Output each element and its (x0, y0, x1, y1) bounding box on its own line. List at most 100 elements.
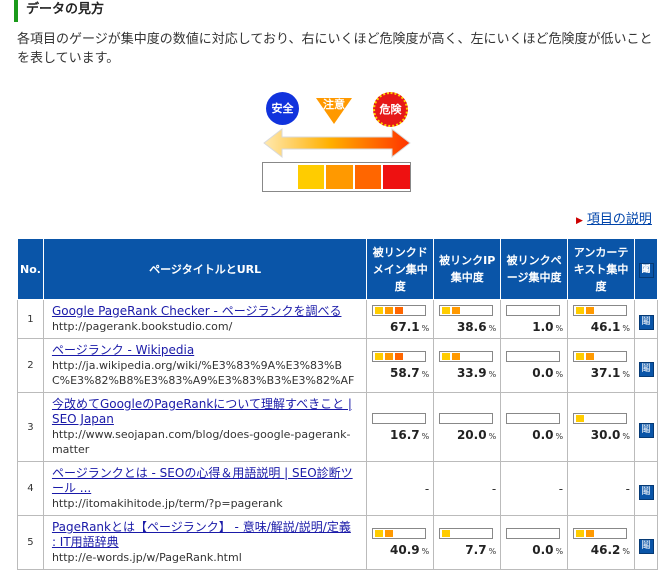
metric-value: 38.6 (456, 319, 487, 334)
icon-cell: 鬮 (634, 392, 658, 462)
triangle-right-icon: ▶ (576, 216, 583, 226)
scale-segment (326, 165, 353, 189)
col-page: 被リンクページ集中度 (500, 238, 569, 300)
detail-icon[interactable]: 鬮 (638, 361, 654, 377)
scale-segment (383, 165, 410, 189)
metric-value: 40.9 (390, 543, 420, 557)
title-cell: PageRankとは【ページランク】 - 意味/解説/説明/定義 : IT用語辞… (42, 515, 368, 570)
description: 各項目のゲージが集中度の数値に対応しており、右にいくほど危険度が高く、左にいくほ… (17, 32, 653, 66)
metric-value: 16.7 (390, 427, 420, 442)
page-title-link[interactable]: ページランクとは - SEOの心得＆用語説明 | SEO診断ツール ... (52, 466, 358, 496)
concentration-gauge (506, 412, 561, 424)
metric-value: 37.1 (590, 366, 621, 380)
concentration-gauge (372, 412, 427, 424)
gauge-segment (586, 353, 595, 360)
metric-page: 0.0% (500, 515, 569, 570)
metric-anchor: - (567, 461, 636, 516)
col-no: No. (17, 238, 44, 300)
table-row: 1 Google PageRank Checker - ページランクを調べる htt… (17, 299, 658, 339)
metric-page: 1.0% (500, 299, 569, 339)
gauge-segment (395, 306, 404, 314)
help-link[interactable]: ▶ 項目の説明 (576, 208, 652, 227)
metric-value: 0.0 (532, 366, 554, 380)
percent-sign: % (555, 323, 564, 333)
metric-domain: 67.1% (366, 299, 435, 339)
concentration-gauge (372, 528, 427, 539)
metric-ip: 38.6% (433, 299, 502, 339)
metric-domain: - (366, 461, 435, 516)
risk-legend: 安全 注意 危険 (262, 92, 412, 197)
icon-cell: 鬮 (634, 299, 658, 339)
concentration-gauge (506, 528, 561, 539)
percent-sign: % (488, 431, 497, 441)
metric-domain: 16.7% (366, 392, 435, 462)
percent-sign: % (622, 547, 631, 556)
gauge-segment (576, 306, 585, 314)
percent-sign: % (488, 370, 497, 379)
metric-value: 20.0 (456, 427, 487, 442)
metric-value: 0.0 (532, 543, 554, 557)
table-row: 2 ページランク - Wikipedia http://ja.wikipedia.o… (17, 338, 658, 393)
metric-anchor: 37.1% (567, 338, 636, 393)
metric-value: - (424, 481, 430, 496)
gauge-segment (452, 306, 461, 314)
detail-icon[interactable]: 鬮 (638, 315, 654, 330)
metric-value: 7.7 (465, 543, 487, 557)
icon-cell: 鬮 (634, 338, 658, 393)
col-title-url: ページタイトルとURL (42, 238, 368, 300)
section-title: データの見方 (14, 0, 666, 22)
concentration-gauge (506, 351, 561, 362)
gauge-segment (375, 306, 384, 314)
row-number: 2 (17, 338, 44, 393)
gauge-segment (442, 306, 451, 314)
concentration-gauge (439, 351, 494, 362)
metric-value: 1.0 (532, 319, 554, 334)
percent-sign: % (421, 431, 430, 441)
gauge-segment (442, 530, 451, 537)
row-number: 5 (17, 515, 44, 570)
detail-icon[interactable]: 鬮 (638, 538, 654, 554)
gauge-segment (442, 353, 451, 360)
metric-value: 30.0 (590, 427, 621, 442)
percent-sign: % (622, 323, 631, 333)
concentration-gauge (439, 304, 494, 316)
title-cell: Google PageRank Checker - ページランクを調べる http… (42, 299, 368, 339)
scale-segment (269, 165, 296, 189)
metric-domain: 40.9% (366, 515, 435, 570)
page-title-link[interactable]: ページランク - Wikipedia (52, 343, 358, 358)
table-row: 3 今改めてGoogleのPageRankについて理解すべきこと | SEO Ja… (17, 392, 658, 462)
metric-domain: 58.7% (366, 338, 435, 393)
metric-value: - (558, 481, 564, 496)
page-title-link[interactable]: Google PageRank Checker - ページランクを調べる (52, 304, 358, 319)
help-link-label[interactable]: 項目の説明 (587, 212, 652, 227)
gauge-segment (395, 353, 404, 360)
percent-sign: % (421, 323, 430, 333)
metric-value: - (625, 481, 631, 496)
page-url: http://pagerank.bookstudio.com/ (51, 320, 233, 333)
concentration-gauge (573, 528, 628, 539)
gauge-segment (385, 530, 394, 537)
title-cell: ページランクとは - SEOの心得＆用語説明 | SEO診断ツール ... htt… (42, 461, 368, 516)
danger-badge: 危険 (373, 92, 408, 127)
title-cell: ページランク - Wikipedia http://ja.wikipedia.or… (42, 338, 368, 393)
page-url: http://ja.wikipedia.org/wiki/%E3%83%9A%E… (51, 359, 355, 387)
percent-sign: % (622, 370, 631, 379)
title-cell: 今改めてGoogleのPageRankについて理解すべきこと | SEO Jap… (42, 392, 368, 462)
metric-ip: 33.9% (433, 338, 502, 393)
gauge-segment (452, 353, 461, 360)
page-title-link[interactable]: PageRankとは【ページランク】 - 意味/解説/説明/定義 : IT用語辞… (52, 520, 358, 550)
metric-ip: - (433, 461, 502, 516)
detail-icon[interactable]: 鬮 (638, 484, 654, 500)
page-title-link[interactable]: 今改めてGoogleのPageRankについて理解すべきこと | SEO Jap… (52, 397, 358, 427)
scale-segment (297, 165, 325, 189)
percent-sign: % (488, 547, 497, 556)
icon-cell: 鬮 (634, 515, 658, 570)
detail-icon[interactable]: 鬮 (638, 423, 654, 438)
gauge-scale (262, 162, 411, 192)
gauge-segment (586, 530, 595, 537)
gauge-segment (576, 530, 585, 537)
concentration-gauge (573, 412, 628, 424)
metric-value: 46.1 (590, 319, 621, 334)
gauge-segment (375, 530, 384, 537)
gauge-segment (375, 353, 384, 360)
